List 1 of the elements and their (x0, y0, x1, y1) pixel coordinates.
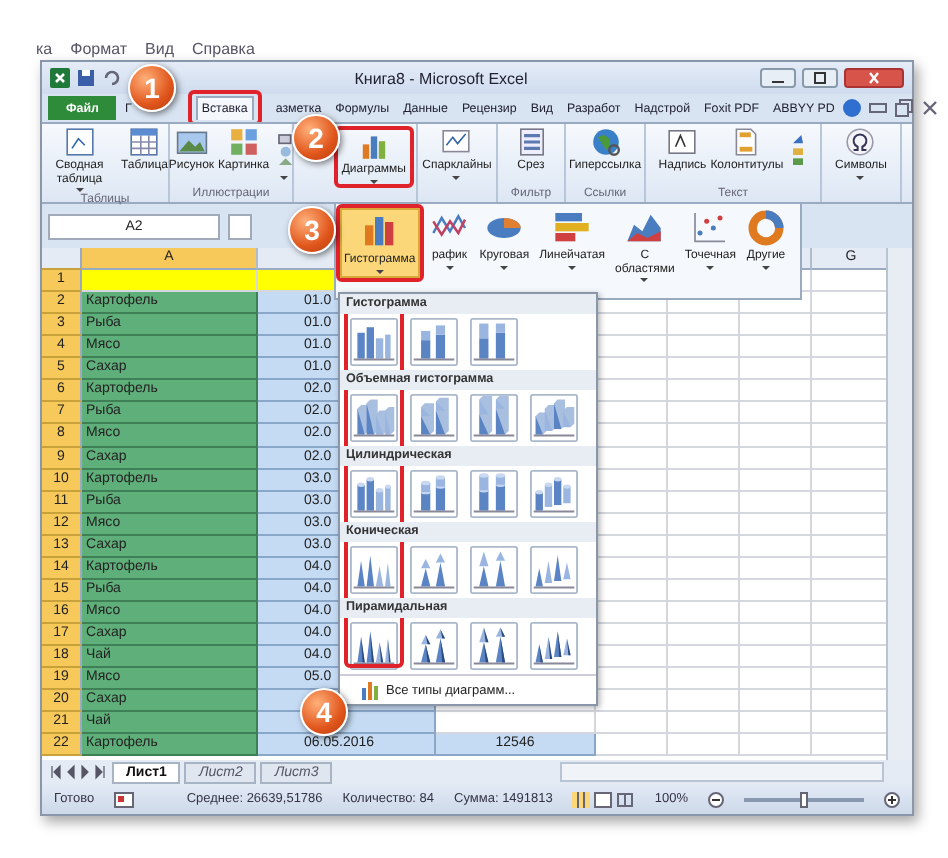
window-title: Книга8 - Microsoft Excel (352, 69, 530, 87)
